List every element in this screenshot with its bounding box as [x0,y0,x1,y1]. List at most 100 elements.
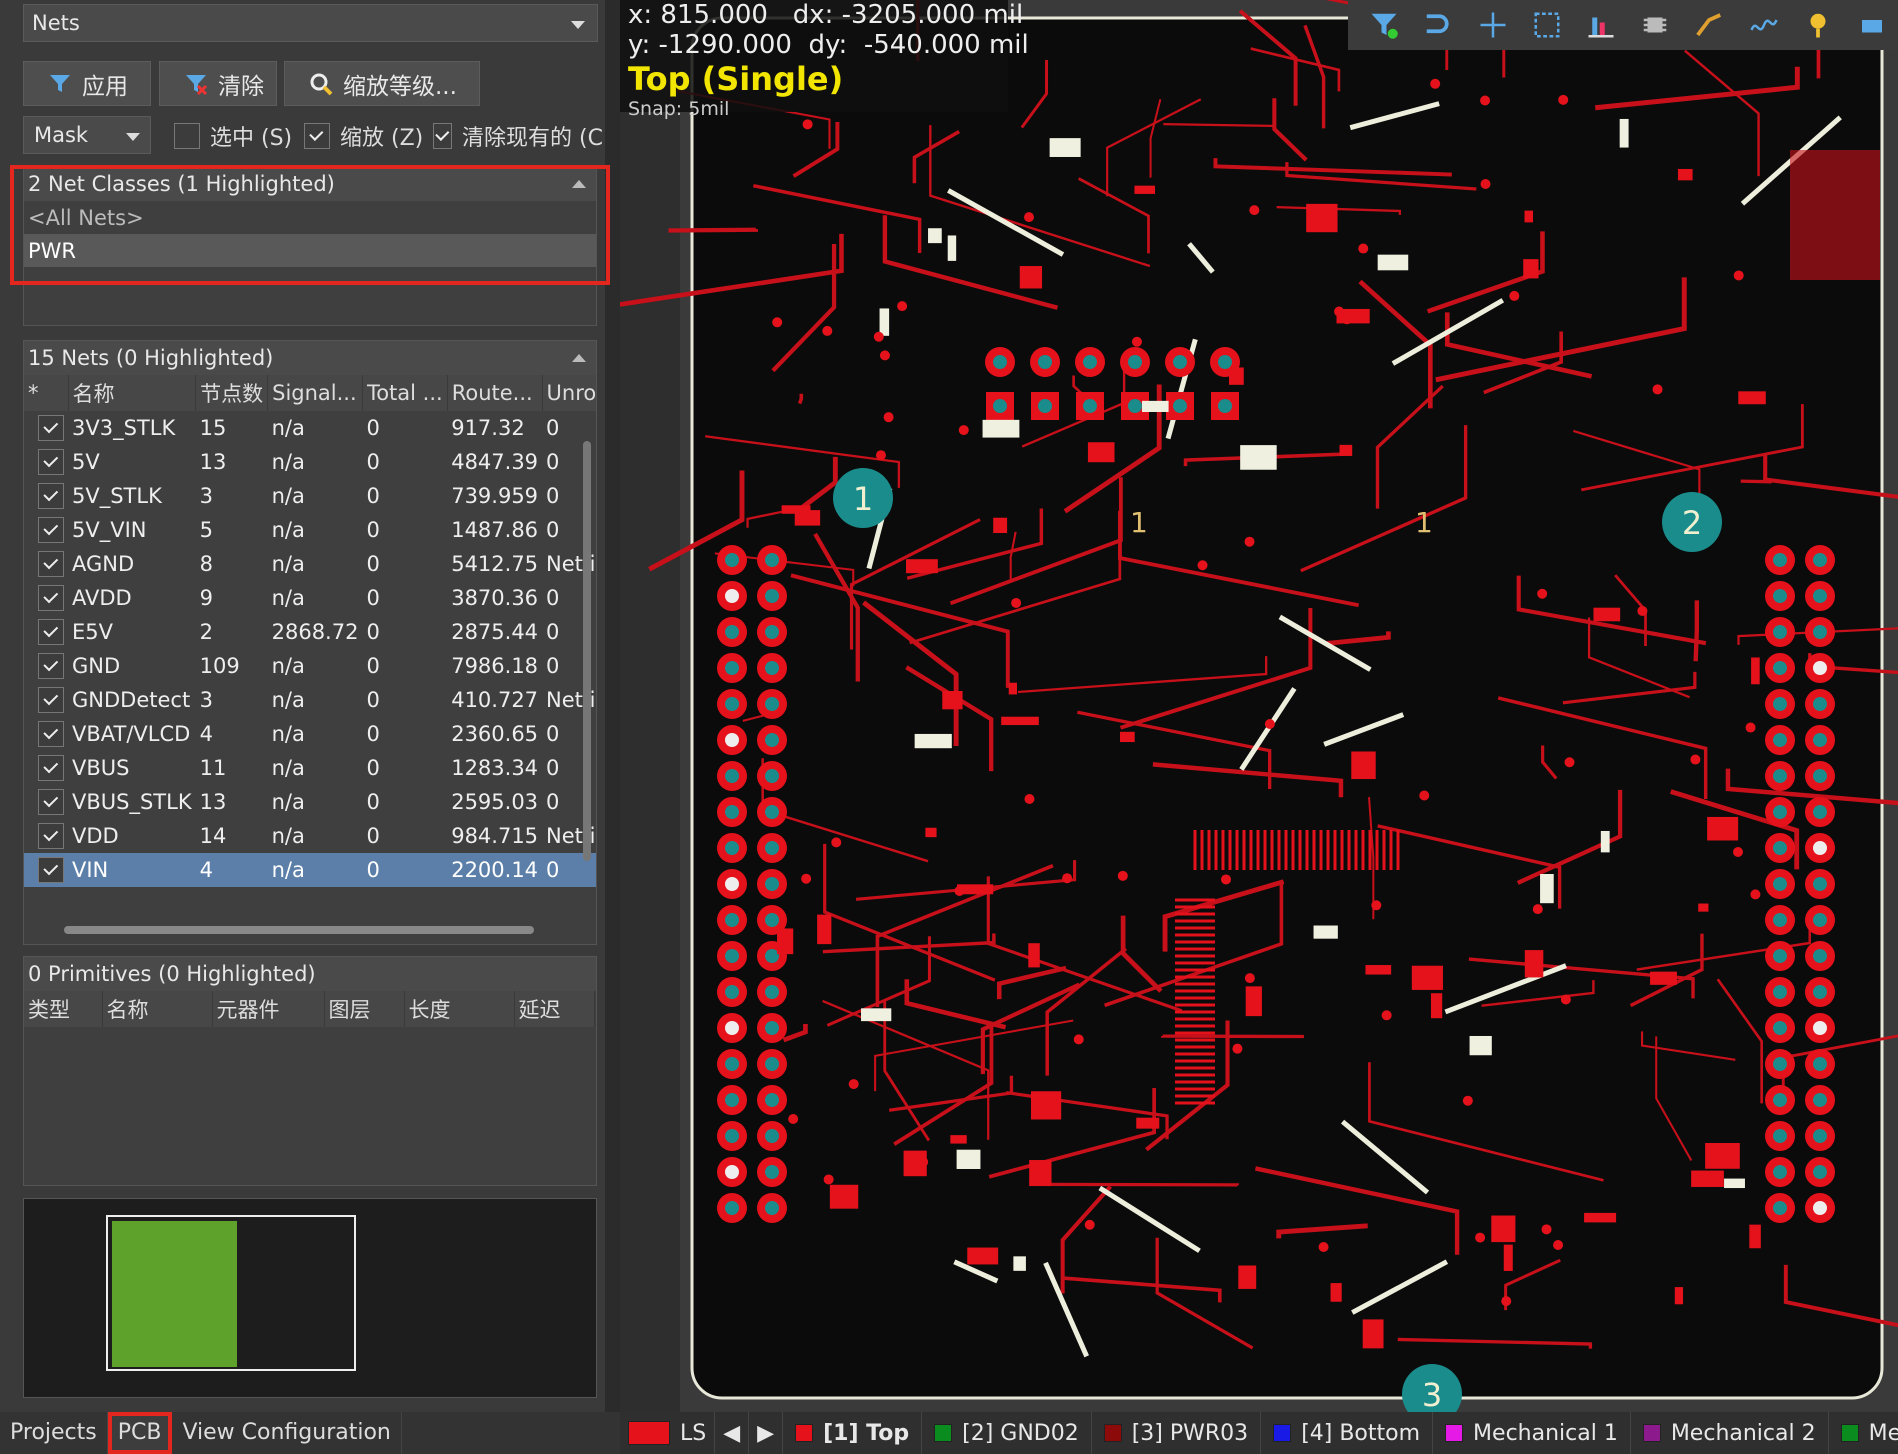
silk-label: 1 [1130,506,1148,539]
cell-nodes: 15 [199,416,227,440]
smd-pad [861,1008,892,1022]
col-header[interactable]: Route... [447,375,543,411]
cell-route: 2595.03 [451,790,539,814]
select-checkbox[interactable]: 选中 (S) [174,120,292,152]
horizontal-scrollbar[interactable] [34,922,574,936]
smd-pad [879,308,890,336]
y-readout: y: -1290.000 dy: -540.000 mil [628,30,1029,60]
vertical-scrollbar[interactable] [580,381,594,881]
interactive-route-icon[interactable] [1418,6,1458,44]
table-row[interactable]: VBAT/VLCD 4 n/a 0 2360.65 0 [24,717,596,751]
clear-existing-checkbox[interactable]: 清除现有的 (C [433,120,603,152]
smd-pad [1013,1256,1026,1271]
table-row[interactable]: VBUS 11 n/a 0 1283.34 0 [24,751,596,785]
layer-tab[interactable]: [1] Top [783,1412,923,1454]
table-row[interactable]: VBUS_STLK 13 n/a 0 2595.03 0 [24,785,596,819]
row-checkbox[interactable] [38,449,64,475]
mask-dropdown[interactable]: Mask [23,116,151,154]
table-row[interactable]: VIN 4 n/a 0 2200.14 0 [24,853,596,887]
col-header[interactable]: 节点数 [195,375,269,411]
layer-tab[interactable]: [4] Bottom [1261,1412,1434,1454]
table-row[interactable]: AGND8n/a05412.75Net is [24,547,596,581]
cell-name: GNDDetect [72,688,191,712]
col-header[interactable]: 图层 [324,991,405,1027]
col-header[interactable]: 元器件 [212,991,325,1027]
diff-pair-icon[interactable] [1743,6,1783,44]
mode-dropdown[interactable]: Nets [23,4,598,42]
via [1062,873,1073,884]
route-icon[interactable] [1689,6,1729,44]
apply-button[interactable]: 应用 [23,61,151,106]
col-header[interactable]: 类型 [24,991,103,1027]
table-row[interactable]: AVDD 9 n/a 0 3870.36 0 [24,581,596,615]
table-row[interactable]: 5V_VIN 5 n/a 0 1487.86 0 [24,513,596,547]
sort-up-icon[interactable] [572,354,586,362]
crosshair-icon[interactable] [1472,6,1512,44]
col-header[interactable]: 名称 [102,991,213,1027]
layer-label: [3] PWR03 [1131,1420,1249,1446]
cell-signal: n/a [271,790,305,814]
row-checkbox[interactable] [38,415,64,441]
col-header[interactable]: Signal... [267,375,363,411]
via [883,412,894,423]
layer-tab[interactable]: [3] PWR03 [1092,1412,1262,1454]
row-checkbox[interactable] [38,551,64,577]
row-checkbox[interactable] [38,619,64,645]
table-row[interactable]: 5V 13 n/a 0 4847.39 0 [24,445,596,479]
tab-projects[interactable]: Projects [0,1412,108,1454]
pcb-canvas[interactable]: 1 2 3 1 1 [620,0,1898,1412]
table-row[interactable]: E5V 2 2868.72 0 2875.44 0 [24,615,596,649]
table-row[interactable]: 3V3_STLK 15 n/a 0 917.32 0 [24,411,596,445]
layer-tab[interactable]: [2] GND02 [922,1412,1092,1454]
row-checkbox[interactable] [38,653,64,679]
clear-button[interactable]: 清除 [159,61,277,106]
smd-pad [1469,1035,1492,1056]
via [848,1079,859,1090]
row-checkbox[interactable] [38,585,64,611]
smd-pad [1049,138,1081,157]
smd-pad [1019,266,1043,289]
zoom-checkbox[interactable]: 缩放 (Z) [304,120,423,152]
tab-view-configuration[interactable]: View Configuration [172,1412,402,1454]
layer-tab[interactable]: Mechanical 1 [1433,1412,1631,1454]
row-checkbox[interactable] [38,517,64,543]
col-header[interactable]: Total ... [362,375,448,411]
col-header[interactable]: 延迟 [514,991,595,1027]
layer-scroll-left-button[interactable]: ◀ [715,1412,750,1454]
cell-total: 0 [362,853,448,887]
layer-tab[interactable]: Mec [1829,1412,1898,1454]
tab-pcb[interactable]: PCB [107,1412,173,1454]
layer-scroll-right-button[interactable]: ▶ [749,1412,784,1454]
zoom-level-button[interactable]: 缩放等级... [284,61,480,106]
col-header[interactable]: 长度 [404,991,515,1027]
preview-viewport[interactable] [106,1215,356,1371]
row-checkbox[interactable] [38,755,64,781]
table-row[interactable]: 5V_STLK 3 n/a 0 739.959 0 [24,479,596,513]
align-icon[interactable] [1581,6,1621,44]
table-row[interactable]: GND 109 n/a 0 7986.18 0 [24,649,596,683]
text-icon[interactable] [1852,6,1892,44]
layer-tab[interactable]: Mechanical 2 [1631,1412,1829,1454]
ls-indicator[interactable]: LS [620,1412,716,1454]
row-checkbox[interactable] [38,721,64,747]
cell-route: 739.959 [451,484,539,508]
row-checkbox[interactable] [38,823,64,849]
via [1733,270,1744,281]
row-checkbox[interactable] [38,857,64,883]
board-preview[interactable] [23,1198,597,1398]
via-icon[interactable] [1798,6,1838,44]
cell-total: 0 [366,586,380,610]
filter-icon[interactable] [1364,6,1404,44]
component-icon[interactable] [1635,6,1675,44]
col-header[interactable]: 名称 [68,375,197,411]
smd-pad [914,733,952,749]
via [1073,1034,1084,1045]
table-row[interactable]: VDD14n/a0984.715Net is [24,819,596,853]
row-checkbox[interactable] [38,483,64,509]
row-checkbox[interactable] [38,789,64,815]
smd-pad [777,928,794,955]
row-checkbox[interactable] [38,687,64,713]
col-header[interactable]: * [24,375,69,411]
table-row[interactable]: GNDDetect3n/a0410.727Net is [24,683,596,717]
select-rect-icon[interactable] [1527,6,1567,44]
